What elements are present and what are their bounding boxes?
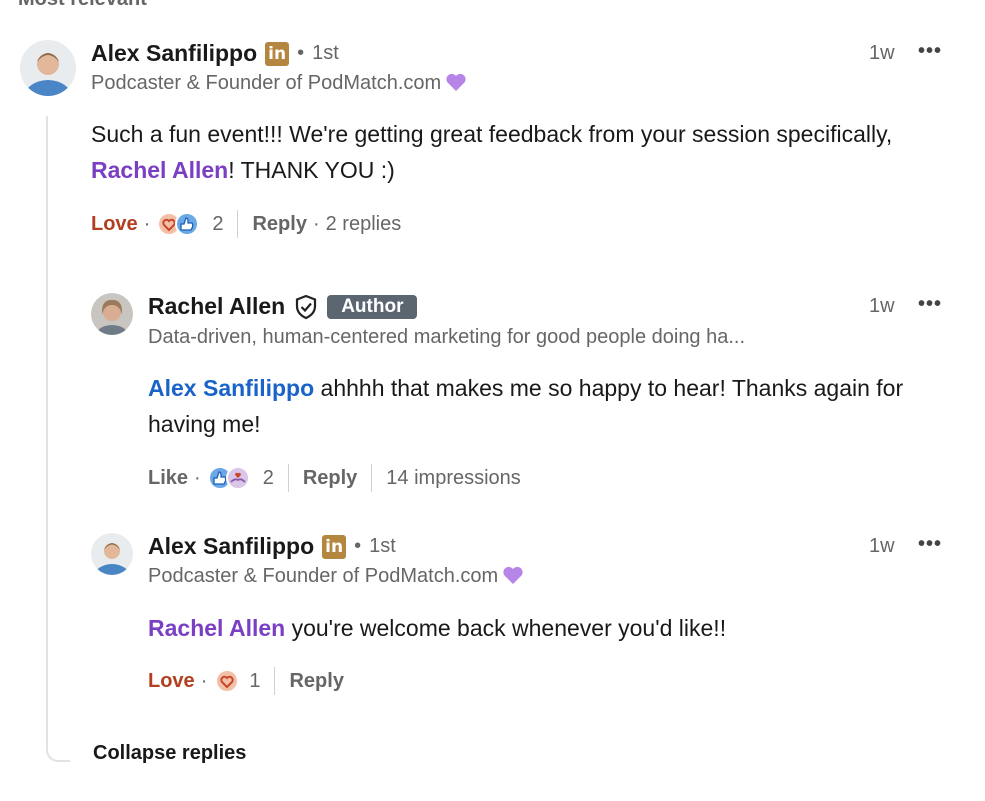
author-headline: Data-driven, human-centered marketing fo… [148, 326, 746, 348]
avatar-alex[interactable] [91, 533, 133, 575]
author-name[interactable]: Alex Sanfilippo [148, 533, 314, 560]
reply-actions: Like · 2 Reply 14 impressions [148, 464, 521, 492]
like-button[interactable]: Like [148, 467, 188, 490]
comment-actions: Love · 2 Reply · 2 replies [91, 210, 401, 238]
collapse-replies-button[interactable]: Collapse replies [93, 742, 246, 765]
purple-heart-icon [446, 73, 466, 91]
bullet-separator: • [354, 535, 362, 557]
author-badge: Author [327, 294, 418, 319]
more-options-button[interactable]: ••• [918, 533, 942, 556]
replies-count[interactable]: 2 replies [326, 213, 402, 236]
reply-header: Alex Sanfilippo in • 1st [148, 533, 396, 560]
reply-actions: Love · 1 Reply [148, 667, 344, 695]
comment-text: Such a fun event!!! We're getting great … [91, 121, 893, 183]
mention-link[interactable]: Alex Sanfilippo [148, 375, 314, 401]
more-options-button[interactable]: ••• [918, 293, 942, 316]
comment-time: 1w [869, 42, 895, 64]
reply-text: Rachel Allen you're welcome back wheneve… [148, 615, 727, 641]
reaction-icons[interactable] [213, 667, 241, 695]
thread-line [46, 116, 70, 762]
author-headline: Podcaster & Founder of PodMatch.com [91, 72, 467, 95]
sort-label[interactable]: Most relevant [18, 0, 147, 11]
linkedin-premium-icon: in [265, 41, 290, 66]
reply-button[interactable]: Reply [289, 670, 343, 693]
author-name[interactable]: Rachel Allen [148, 293, 285, 320]
purple-heart-icon [503, 566, 523, 584]
reply-time: 1w [869, 535, 895, 557]
comment-header: Alex Sanfilippo in • 1st [91, 40, 339, 67]
impressions-count[interactable]: 14 impressions [386, 467, 521, 490]
avatar-rachel[interactable] [91, 293, 133, 335]
reaction-count[interactable]: 2 [212, 213, 223, 236]
connection-degree: 1st [312, 42, 339, 64]
linkedin-premium-icon: in [322, 534, 347, 559]
bullet-separator: • [297, 42, 305, 64]
reply-text: Alex Sanfilippo ahhhh that makes me so h… [148, 375, 904, 437]
reply-header: Rachel Allen Author [148, 293, 418, 320]
reaction-icons[interactable] [207, 464, 255, 492]
reaction-icons[interactable] [156, 210, 204, 238]
reply-button[interactable]: Reply [252, 213, 306, 236]
mention-link[interactable]: Rachel Allen [91, 157, 228, 183]
reaction-count[interactable]: 2 [263, 467, 274, 490]
love-button[interactable]: Love [91, 213, 138, 236]
reply-button[interactable]: Reply [303, 467, 357, 490]
reply-time: 1w [869, 295, 895, 317]
reaction-count[interactable]: 1 [249, 670, 260, 693]
more-options-button[interactable]: ••• [918, 40, 942, 63]
verified-shield-icon [296, 294, 317, 319]
mention-link[interactable]: Rachel Allen [148, 615, 285, 641]
love-button[interactable]: Love [148, 670, 195, 693]
connection-degree: 1st [369, 535, 396, 557]
avatar-alex[interactable] [20, 40, 76, 96]
author-name[interactable]: Alex Sanfilippo [91, 40, 257, 67]
author-headline: Podcaster & Founder of PodMatch.com [148, 565, 524, 588]
